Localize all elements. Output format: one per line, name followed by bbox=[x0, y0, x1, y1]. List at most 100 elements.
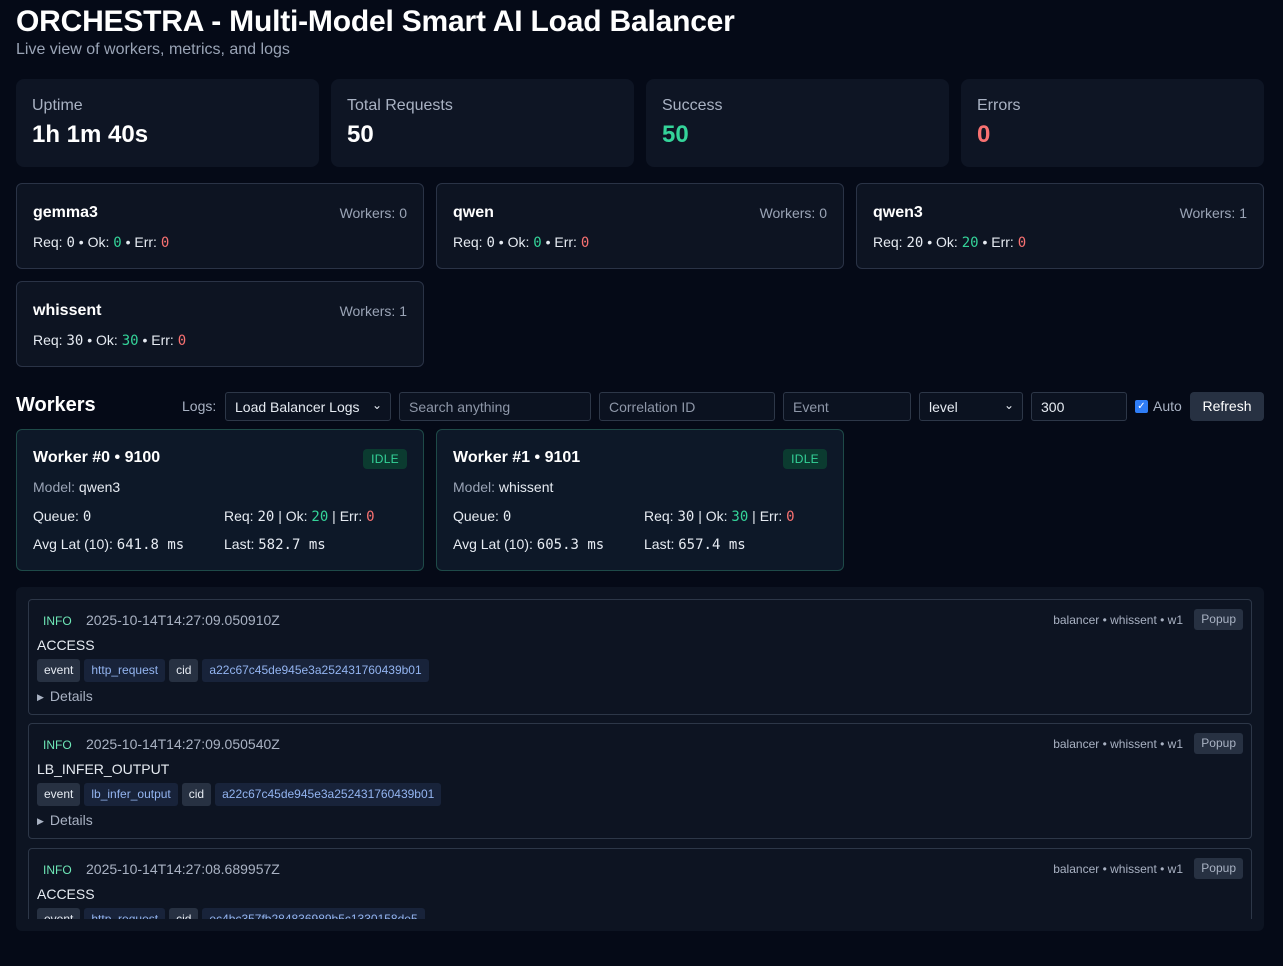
correlation-id-placeholder: Correlation ID bbox=[609, 399, 696, 415]
refresh-button[interactable]: Refresh bbox=[1190, 392, 1264, 421]
worker-queue: Queue: 0 bbox=[453, 508, 511, 525]
log-tags: event http_request cid ec4bc357fb284836989b… bbox=[37, 908, 429, 919]
model-card-gemma3: gemma3 Workers: 0 Req: 0 • Ok: 0 • Err: … bbox=[16, 183, 424, 269]
level-value: level bbox=[929, 399, 958, 415]
log-meta: balancer • whissent • w1 bbox=[1053, 862, 1183, 876]
req-value: 0 bbox=[486, 235, 495, 251]
status-badge: IDLE bbox=[783, 449, 827, 469]
avg-lat-label: Avg Lat (10): bbox=[33, 536, 113, 552]
level-select[interactable]: level ⌄ bbox=[919, 392, 1023, 421]
separator: • bbox=[87, 332, 93, 348]
stat-total-requests: Total Requests 50 bbox=[331, 79, 634, 167]
worker-counts: Req: 30 | Ok: 30 | Err: 0 bbox=[644, 508, 795, 525]
log-tags: event http_request cid a22c67c45de945e3a252… bbox=[37, 659, 433, 682]
auto-refresh-checkbox[interactable]: ✓ bbox=[1135, 400, 1148, 413]
model-workers-count: Workers: 0 bbox=[759, 205, 827, 221]
status-badge: IDLE bbox=[363, 449, 407, 469]
ok-label: Ok: bbox=[507, 234, 530, 250]
event-input[interactable]: Event bbox=[783, 392, 911, 421]
worker-model-value: whissent bbox=[498, 479, 554, 495]
tag-value: lb_infer_output bbox=[84, 783, 178, 806]
stat-label: Total Requests bbox=[347, 97, 453, 114]
worker-last-latency: Last: 582.7 ms bbox=[224, 536, 326, 553]
separator: • bbox=[545, 234, 551, 250]
tag-key: cid bbox=[169, 908, 199, 919]
tag-key: cid bbox=[169, 659, 199, 682]
log-source-select[interactable]: Load Balancer Logs ⌄ bbox=[225, 392, 391, 421]
search-input[interactable]: Search anything bbox=[399, 392, 591, 421]
worker-counts: Req: 20 | Ok: 20 | Err: 0 bbox=[224, 508, 375, 525]
worker-card-1: Worker #1 • 9101 IDLE Model: whissent Qu… bbox=[436, 429, 844, 571]
model-stats-line: Req: 0 • Ok: 0 • Err: 0 bbox=[33, 234, 407, 251]
worker-title: Worker #1 • 9101 bbox=[453, 449, 581, 466]
triangle-right-icon: ▶ bbox=[37, 816, 44, 826]
ok-label: Ok: bbox=[285, 508, 308, 524]
model-card-whissent: whissent Workers: 1 Req: 30 • Ok: 30 • E… bbox=[16, 281, 424, 367]
tag-key: cid bbox=[181, 783, 212, 806]
err-value: 0 bbox=[580, 235, 590, 251]
workers-section-title: Workers bbox=[16, 394, 96, 416]
model-workers-count: Workers: 1 bbox=[1179, 205, 1247, 221]
req-value: 30 bbox=[66, 333, 84, 349]
log-message: ACCESS bbox=[37, 886, 95, 902]
ok-value: 30 bbox=[731, 509, 749, 525]
chevron-down-icon: ⌄ bbox=[1003, 398, 1014, 412]
log-entry: INFO 2025-10-14T14:27:08.689957Z balance… bbox=[28, 848, 1252, 919]
log-timestamp: 2025-10-14T14:27:09.050540Z bbox=[86, 736, 280, 752]
model-label: Model: bbox=[33, 479, 76, 495]
stat-label: Errors bbox=[977, 97, 1021, 114]
details-toggle[interactable]: ▶ Details bbox=[37, 812, 93, 828]
log-message: ACCESS bbox=[37, 637, 95, 653]
tag-value: ec4bc357fb284836989b5c1330158de5 bbox=[202, 908, 425, 919]
worker-model: Model: qwen3 bbox=[33, 479, 407, 495]
details-label: Details bbox=[49, 812, 93, 828]
auto-refresh-label[interactable]: Auto bbox=[1153, 398, 1182, 414]
limit-value: 300 bbox=[1041, 399, 1065, 415]
log-tags: event lb_infer_output cid a22c67c45de945e3a… bbox=[37, 783, 445, 806]
page-title: ORCHESTRA - Multi-Model Smart AI Load Ba… bbox=[16, 5, 735, 38]
stat-value: 1h 1m 40s bbox=[32, 121, 149, 148]
details-toggle[interactable]: ▶ Details bbox=[37, 688, 93, 704]
popup-button[interactable]: Popup bbox=[1194, 609, 1243, 630]
separator: • bbox=[125, 234, 131, 250]
stat-value: 0 bbox=[977, 121, 991, 148]
stat-errors: Errors 0 bbox=[961, 79, 1264, 167]
stat-uptime: Uptime 1h 1m 40s bbox=[16, 79, 319, 167]
popup-button[interactable]: Popup bbox=[1194, 733, 1243, 754]
separator: • bbox=[927, 234, 933, 250]
stat-label: Success bbox=[662, 97, 723, 114]
event-placeholder: Event bbox=[793, 399, 829, 415]
err-label: Err: bbox=[151, 332, 174, 348]
avg-lat-value: 605.3 ms bbox=[536, 537, 605, 553]
ok-label: Ok: bbox=[87, 234, 110, 250]
logs-label: Logs: bbox=[182, 398, 217, 414]
req-label: Req: bbox=[224, 508, 254, 524]
err-label: Err: bbox=[134, 234, 157, 250]
worker-last-latency: Last: 657.4 ms bbox=[644, 536, 746, 553]
tag-value: http_request bbox=[84, 659, 166, 682]
page-header: ORCHESTRA - Multi-Model Smart AI Load Ba… bbox=[16, 4, 735, 59]
log-meta: balancer • whissent • w1 bbox=[1053, 737, 1183, 751]
ok-value: 20 bbox=[311, 509, 329, 525]
logs-list: INFO 2025-10-14T14:27:09.050910Z balance… bbox=[16, 587, 1264, 919]
correlation-id-input[interactable]: Correlation ID bbox=[599, 392, 775, 421]
model-card-qwen3: qwen3 Workers: 1 Req: 20 • Ok: 20 • Err:… bbox=[856, 183, 1264, 269]
last-label: Last: bbox=[224, 536, 255, 552]
err-value: 0 bbox=[160, 235, 170, 251]
req-value: 0 bbox=[66, 235, 75, 251]
ok-label: Ok: bbox=[936, 234, 958, 250]
req-value: 20 bbox=[257, 509, 275, 525]
queue-value: 0 bbox=[82, 509, 92, 525]
model-stats-line: Req: 20 • Ok: 20 • Err: 0 bbox=[873, 234, 1247, 251]
req-value: 30 bbox=[677, 509, 695, 525]
logs-panel[interactable]: INFO 2025-10-14T14:27:09.050910Z balance… bbox=[16, 587, 1264, 931]
log-entry: INFO 2025-10-14T14:27:09.050540Z balance… bbox=[28, 723, 1252, 839]
queue-label: Queue: bbox=[33, 508, 79, 524]
stat-value: 50 bbox=[347, 121, 374, 148]
log-level: INFO bbox=[43, 614, 72, 628]
log-timestamp: 2025-10-14T14:27:09.050910Z bbox=[86, 612, 280, 628]
err-label: Err: bbox=[554, 234, 577, 250]
model-stats-line: Req: 0 • Ok: 0 • Err: 0 bbox=[453, 234, 827, 251]
limit-input[interactable]: 300 bbox=[1031, 392, 1127, 421]
popup-button[interactable]: Popup bbox=[1194, 858, 1243, 879]
